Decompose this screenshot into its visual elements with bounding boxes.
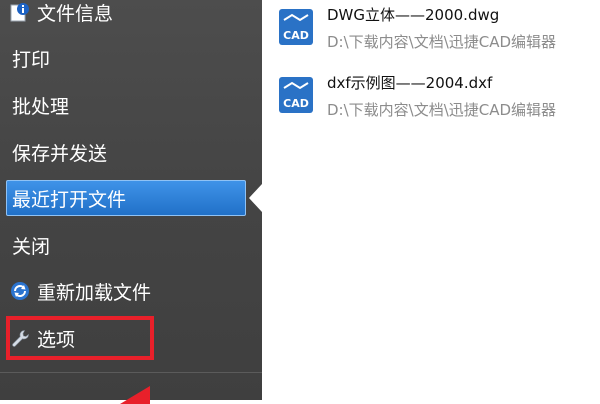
info-icon	[9, 1, 31, 23]
menu-item-label: 重新加载文件	[37, 281, 152, 304]
menu-item-label: 保存并发送	[12, 142, 108, 165]
red-arrow-annotation	[120, 386, 150, 404]
file-path: D:\下载内容\文档\迅捷CAD编辑器	[327, 33, 557, 51]
backstage-sidebar: 文件信息 打印 批处理 保存并发送 最近打开文件 关闭 重新加载文件 选项	[0, 0, 262, 404]
reload-icon	[9, 280, 31, 302]
divider	[0, 372, 262, 373]
menu-item-label: 最近打开文件	[12, 188, 127, 211]
menu-item-reload-file[interactable]: 重新加载文件	[0, 271, 262, 311]
file-path: D:\下载内容\文档\迅捷CAD编辑器	[327, 101, 557, 119]
menu-item-label: 打印	[12, 48, 51, 71]
file-name: DWG立体——2000.dwg	[327, 6, 500, 24]
menu-item-batch[interactable]: 批处理	[0, 85, 262, 125]
cad-file-icon: CAD	[279, 9, 313, 45]
menu-item-recent-files[interactable]: 最近打开文件	[6, 180, 246, 216]
cad-file-icon: CAD	[279, 77, 313, 113]
highlight-box	[6, 316, 154, 360]
menu-item-label: 文件信息	[37, 2, 114, 25]
svg-text:CAD: CAD	[283, 97, 309, 110]
active-pointer	[249, 184, 262, 212]
menu-item-close[interactable]: 关闭	[0, 225, 262, 265]
recent-files-panel: CAD DWG立体——2000.dwg D:\下载内容\文档\迅捷CAD编辑器 …	[262, 0, 600, 400]
file-name: dxf示例图——2004.dxf	[327, 74, 493, 92]
menu-item-save-and-send[interactable]: 保存并发送	[0, 132, 262, 172]
svg-text:CAD: CAD	[283, 29, 309, 42]
menu-item-file-info[interactable]: 文件信息	[0, 0, 262, 32]
menu-item-print[interactable]: 打印	[0, 38, 262, 78]
menu-item-label: 关闭	[12, 235, 51, 258]
menu-item-label: 批处理	[12, 95, 70, 118]
